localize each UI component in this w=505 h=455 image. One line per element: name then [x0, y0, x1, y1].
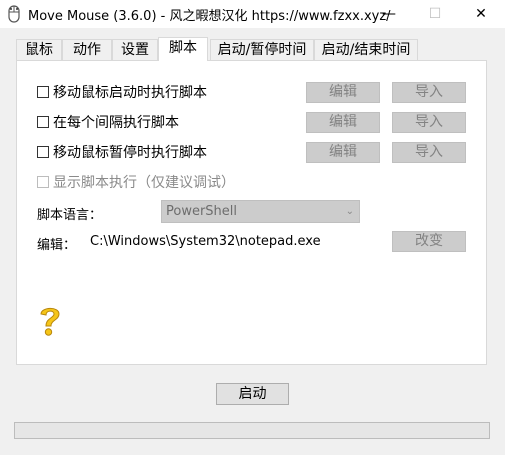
- tab-actions[interactable]: 动作: [62, 39, 112, 60]
- show-script-execution-checkbox: [37, 176, 49, 188]
- edit-pause-script-button[interactable]: 编辑: [306, 142, 380, 163]
- run-on-pause-label: 移动鼠标暂停时执行脚本: [53, 145, 207, 161]
- show-script-execution-option: 显示脚本执行（仅建议调试）: [37, 173, 235, 193]
- chevron-down-icon: ⌄: [345, 206, 354, 217]
- window-title: Move Mouse (3.6.0) - 风之暇想汉化 https://www.…: [28, 9, 391, 24]
- minimize-button[interactable]: —: [366, 0, 412, 28]
- start-button[interactable]: 启动: [216, 383, 289, 405]
- run-on-pause-checkbox[interactable]: [37, 146, 49, 158]
- run-each-interval-checkbox[interactable]: [37, 116, 49, 128]
- tab-script[interactable]: 脚本: [158, 37, 208, 61]
- edit-start-script-button[interactable]: 编辑: [306, 82, 380, 103]
- show-script-execution-label: 显示脚本执行（仅建议调试）: [53, 175, 235, 191]
- edit-interval-script-button[interactable]: 编辑: [306, 112, 380, 133]
- change-editor-button[interactable]: 改变: [392, 231, 466, 252]
- run-on-start-checkbox[interactable]: [37, 86, 49, 98]
- editor-path: C:\Windows\System32\notepad.exe: [90, 234, 321, 249]
- import-start-script-button[interactable]: 导入: [392, 82, 466, 103]
- run-each-interval-option[interactable]: 在每个间隔执行脚本: [37, 113, 179, 133]
- maximize-button[interactable]: ☐: [412, 0, 458, 28]
- run-on-pause-option[interactable]: 移动鼠标暂停时执行脚本: [37, 143, 207, 163]
- script-language-value: PowerShell: [166, 204, 238, 219]
- status-bar: [14, 422, 490, 439]
- title-bar: Move Mouse (3.6.0) - 风之暇想汉化 https://www.…: [0, 0, 505, 28]
- close-button[interactable]: ✕: [458, 0, 504, 28]
- tab-settings[interactable]: 设置: [112, 39, 158, 60]
- run-on-start-option[interactable]: 移动鼠标启动时执行脚本: [37, 83, 207, 103]
- script-language-label: 脚本语言：: [37, 208, 103, 223]
- run-on-start-label: 移动鼠标启动时执行脚本: [53, 85, 207, 101]
- tab-start-pause-time[interactable]: 启动/暂停时间: [210, 39, 314, 60]
- import-pause-script-button[interactable]: 导入: [392, 142, 466, 163]
- editor-label: 编辑：: [37, 238, 77, 253]
- tab-mouse[interactable]: 鼠标: [16, 39, 62, 60]
- run-each-interval-label: 在每个间隔执行脚本: [53, 115, 179, 131]
- script-language-select[interactable]: PowerShell ⌄: [161, 200, 360, 223]
- question-mark-icon[interactable]: [37, 304, 63, 338]
- tab-start-end-time[interactable]: 启动/结束时间: [314, 39, 418, 60]
- import-interval-script-button[interactable]: 导入: [392, 112, 466, 133]
- mouse-app-icon: [8, 5, 20, 23]
